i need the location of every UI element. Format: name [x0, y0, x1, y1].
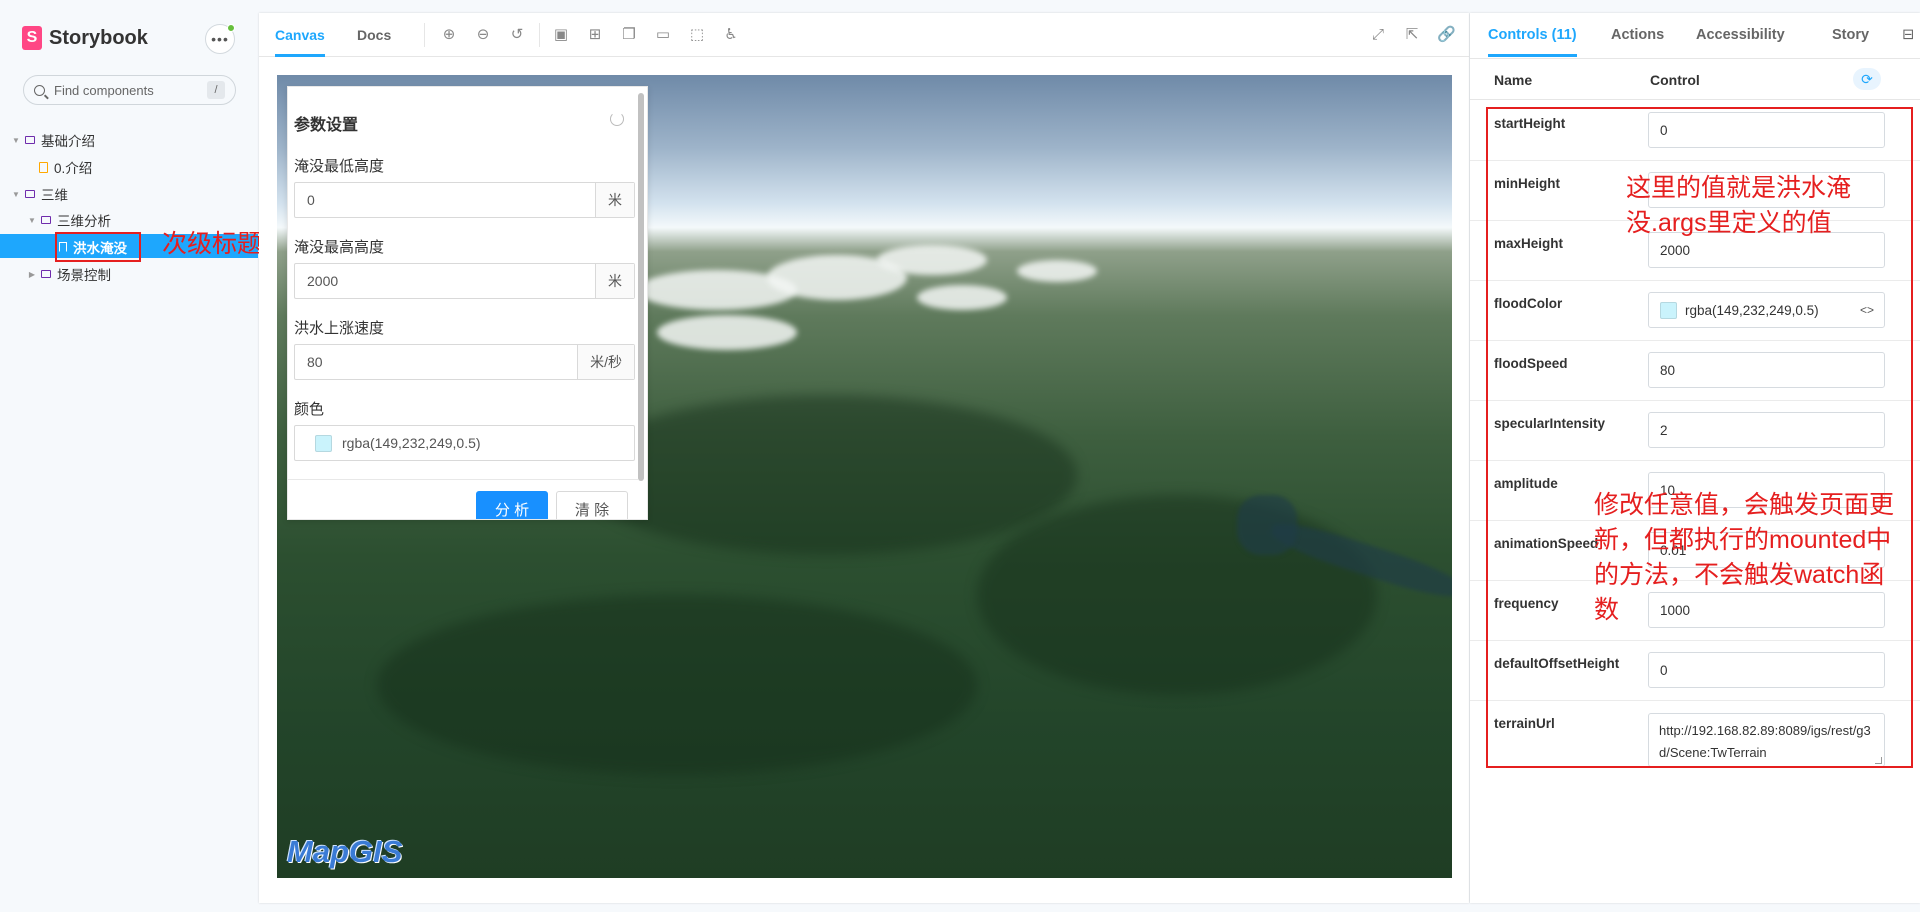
tree-label: 三维分析	[57, 214, 111, 229]
panel-divider	[288, 479, 638, 480]
zoom-reset-icon[interactable]: ↺	[508, 26, 526, 44]
mapgis-logo: MapGIS	[287, 834, 403, 869]
tab-controls[interactable]: Controls (11)	[1488, 13, 1577, 57]
copy-link-icon[interactable]: 🔗	[1437, 26, 1456, 44]
storybook-logo-icon: S	[22, 26, 42, 50]
tree-group-scene-control[interactable]: ▶ 场景控制	[26, 262, 111, 286]
toolbar-divider	[539, 23, 540, 47]
min-height-label: 淹没最低高度	[294, 158, 385, 175]
background-icon[interactable]: ▣	[552, 26, 570, 44]
notification-dot	[227, 24, 235, 32]
color-picker[interactable]: rgba(149,232,249,0.5)	[294, 425, 635, 461]
color-label: 颜色	[294, 401, 325, 418]
snow-patch	[657, 315, 797, 350]
tree-group-3d[interactable]: ▼ 三维	[10, 182, 68, 206]
open-new-tab-icon[interactable]: ⇱	[1403, 26, 1421, 44]
brand-title: Storybook	[49, 26, 148, 49]
unit-addon: 米	[595, 264, 634, 298]
tab-docs[interactable]: Docs	[357, 13, 391, 57]
flood-speed-input[interactable]	[295, 345, 578, 379]
search-box[interactable]: /	[23, 75, 236, 105]
tree-label: 场景控制	[57, 268, 111, 283]
snow-patch	[1017, 260, 1097, 282]
folder-icon	[25, 190, 35, 198]
color-swatch	[315, 434, 332, 452]
unit-addon: 米	[595, 183, 634, 217]
annotation-controls-top: 这里的值就是洪水淹没.args里定义的值	[1626, 174, 1852, 237]
header-control: Control	[1650, 72, 1700, 88]
min-height-input[interactable]	[295, 183, 595, 217]
header-name: Name	[1494, 72, 1533, 88]
caret-right-icon: ▶	[28, 269, 36, 279]
outline-icon[interactable]: ⬚	[688, 26, 706, 44]
sidebar: S Storybook ••• / ▼ 基础介绍 0.介绍 ▼ 三维 ▼ 三维分…	[0, 0, 258, 912]
search-shortcut: /	[207, 81, 225, 99]
tree-item-intro[interactable]: 0.介绍	[36, 155, 92, 179]
annotation-controls-bottom: 修改任意值，会触发页面更新，但都执行的mounted中的方法，不会触发watch…	[1594, 491, 1895, 624]
tab-accessibility[interactable]: Accessibility	[1696, 13, 1785, 57]
unit-addon: 米/秒	[577, 345, 634, 379]
loading-icon	[610, 112, 624, 126]
annotation-box-sidebar	[55, 232, 141, 262]
zoom-in-icon[interactable]: ⊕	[440, 26, 458, 44]
zoom-out-icon[interactable]: ⊖	[474, 26, 492, 44]
caret-down-icon: ▼	[12, 135, 20, 145]
tree-label: 0.介绍	[54, 161, 93, 176]
more-icon: •••	[211, 31, 229, 47]
clear-button[interactable]: 清 除	[556, 491, 628, 519]
measure-icon[interactable]: ▭	[654, 26, 672, 44]
fullscreen-icon[interactable]: ⤢	[1369, 26, 1387, 44]
tab-story[interactable]: Story	[1832, 13, 1869, 57]
flood-speed-field: 米/秒	[294, 344, 635, 380]
tree-label: 三维	[41, 188, 68, 203]
max-height-label: 淹没最高高度	[294, 239, 385, 256]
folder-icon	[41, 216, 51, 224]
folder-icon	[41, 270, 51, 278]
snow-patch	[877, 245, 987, 275]
canvas-toolbar: Canvas Docs ⊕ ⊖ ↺ ▣ ⊞ ❐ ▭ ⬚ ♿ ⤢ ⇱ 🔗	[259, 13, 1469, 57]
river	[1237, 495, 1297, 555]
params-panel: 参数设置 淹没最低高度 米 淹没最高高度 米 洪水上涨速度 米/秒 颜色 rgb…	[287, 86, 648, 520]
tab-canvas[interactable]: Canvas	[275, 13, 325, 57]
ridge-shadow	[577, 395, 1077, 555]
controls-table-header: Name Control ⟳	[1470, 58, 1920, 100]
panel-scrollbar[interactable]	[638, 93, 644, 481]
tree-group-basics[interactable]: ▼ 基础介绍	[10, 128, 95, 152]
analyze-button[interactable]: 分 析	[476, 491, 548, 519]
ridge-shadow	[377, 595, 977, 775]
color-value: rgba(149,232,249,0.5)	[342, 435, 481, 451]
accessibility-icon[interactable]: ♿	[722, 26, 740, 44]
tab-actions[interactable]: Actions	[1611, 13, 1664, 57]
grid-icon[interactable]: ⊞	[586, 26, 604, 44]
params-title: 参数设置	[294, 117, 359, 134]
reset-controls-icon[interactable]: ⟳	[1853, 68, 1881, 90]
search-input[interactable]	[54, 82, 194, 98]
panel-layout-icon[interactable]: ⊟	[1902, 13, 1914, 57]
caret-down-icon: ▼	[28, 215, 36, 225]
toolbar-divider	[424, 23, 425, 47]
ridge-shadow	[977, 495, 1377, 695]
min-height-field: 米	[294, 182, 635, 218]
viewport-icon[interactable]: ❐	[620, 26, 638, 44]
search-icon	[34, 84, 45, 96]
caret-down-icon: ▼	[12, 189, 20, 199]
flood-speed-label: 洪水上涨速度	[294, 320, 385, 337]
folder-icon	[25, 136, 35, 144]
tree-group-3d-analysis[interactable]: ▼ 三维分析	[26, 208, 111, 232]
addons-panel: Controls (11) Actions Accessibility Stor…	[1470, 13, 1920, 903]
brand[interactable]: S Storybook	[22, 26, 148, 50]
document-icon	[39, 161, 48, 173]
menu-button[interactable]: •••	[205, 24, 235, 54]
snow-patch	[917, 285, 1007, 310]
max-height-input[interactable]	[295, 264, 595, 298]
tree-label: 基础介绍	[41, 134, 95, 149]
max-height-field: 米	[294, 263, 635, 299]
